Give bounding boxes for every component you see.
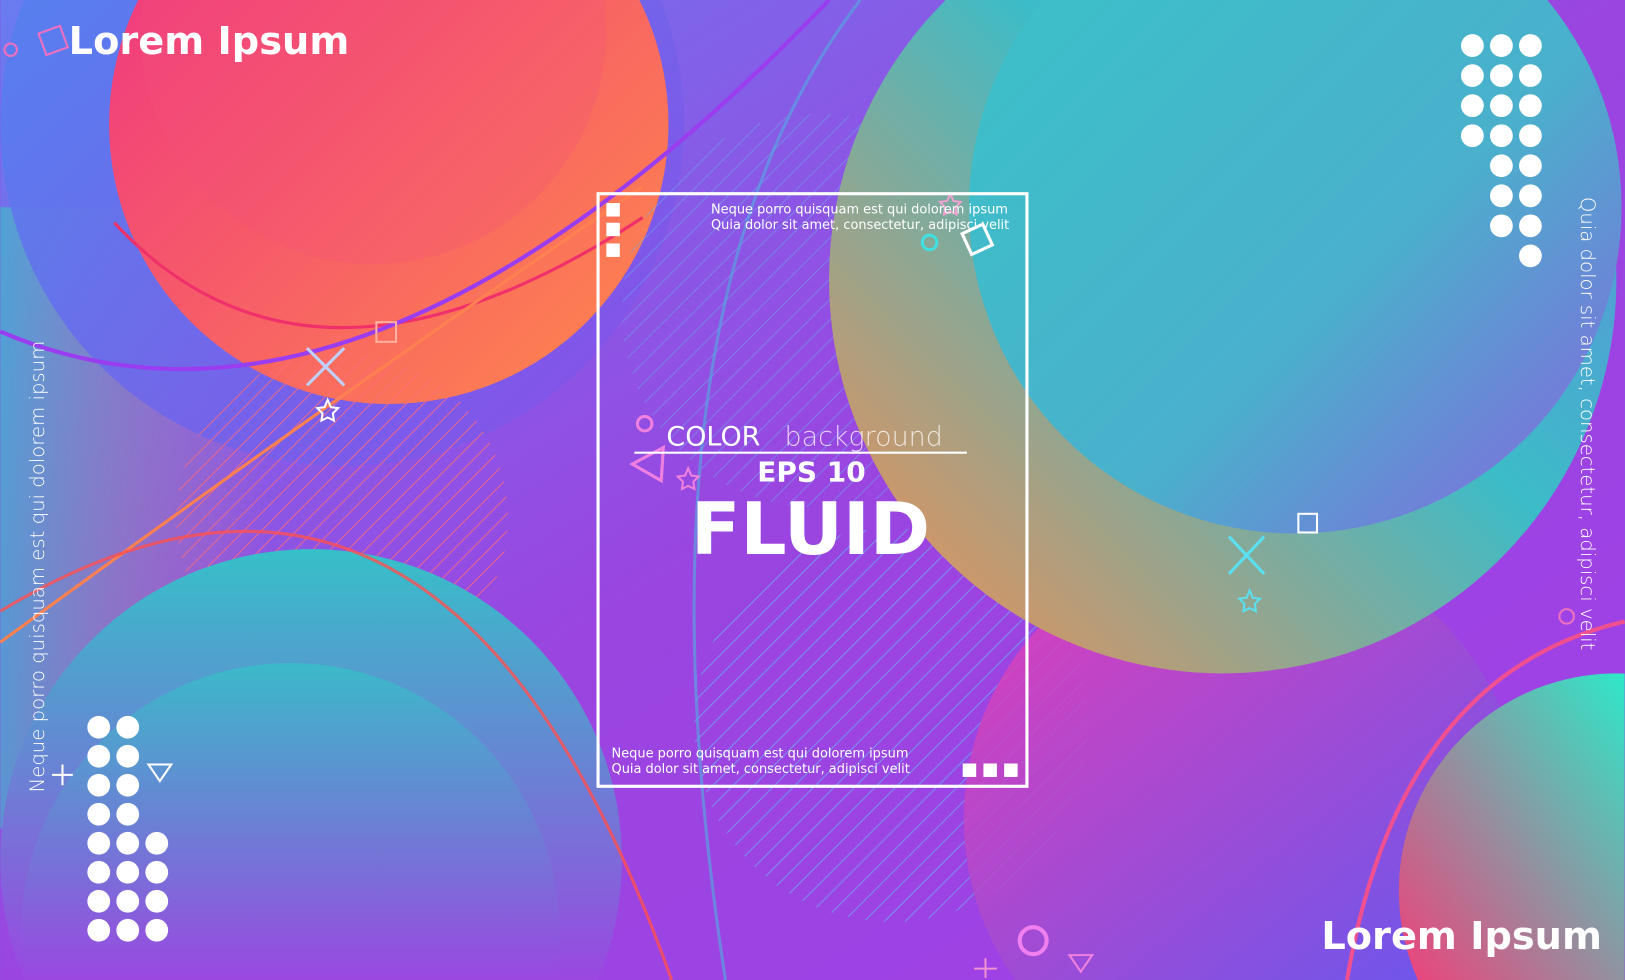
dot bbox=[87, 802, 111, 826]
dot bbox=[87, 860, 111, 884]
dot bbox=[1490, 154, 1513, 178]
dot bbox=[1519, 244, 1542, 268]
background-word: background bbox=[785, 421, 943, 452]
title-top-left: Lorem Ipsum bbox=[69, 19, 350, 64]
poster-artwork: Neque porro quisquam est qui dolorem ips… bbox=[0, 0, 1625, 980]
color-word: COLOR bbox=[666, 421, 760, 452]
dot bbox=[1519, 124, 1542, 148]
side-text-left: Neque porro quisquam est qui dolorem ips… bbox=[26, 341, 49, 793]
dot bbox=[145, 889, 169, 913]
dot bbox=[145, 860, 169, 884]
dot bbox=[1490, 94, 1513, 118]
side-text-right: Quia dolor sit amet, consectetur, adipis… bbox=[1576, 197, 1599, 651]
dot bbox=[1519, 214, 1542, 238]
dot bbox=[87, 773, 111, 797]
dot bbox=[116, 744, 140, 768]
poster: Neque porro quisquam est qui dolorem ips… bbox=[0, 0, 1625, 980]
dot bbox=[116, 918, 140, 942]
dot bbox=[1460, 124, 1484, 148]
dot bbox=[1519, 184, 1542, 208]
headline: FLUID bbox=[691, 488, 930, 572]
dot bbox=[1490, 124, 1513, 148]
dot bbox=[1490, 34, 1513, 57]
dot bbox=[1490, 184, 1513, 208]
dot bbox=[116, 715, 140, 739]
dot bbox=[1490, 214, 1513, 238]
frame-top-line-1: Neque porro quisquam est qui dolorem ips… bbox=[711, 202, 1008, 217]
title-bottom-right: Lorem Ipsum bbox=[1321, 914, 1602, 959]
dot bbox=[1460, 34, 1484, 57]
dot bbox=[87, 715, 111, 739]
dot bbox=[116, 831, 140, 855]
dot bbox=[1519, 154, 1542, 178]
dot bbox=[116, 889, 140, 913]
dot bbox=[1490, 64, 1513, 88]
dot bbox=[87, 831, 111, 855]
dot bbox=[87, 918, 111, 942]
frame-bottom-line-1: Neque porro quisquam est qui dolorem ips… bbox=[612, 746, 909, 761]
dot bbox=[145, 918, 169, 942]
dot bbox=[116, 802, 140, 826]
dot bbox=[1519, 94, 1542, 118]
dot bbox=[1519, 64, 1542, 88]
dot bbox=[1460, 94, 1484, 118]
eps-label: EPS 10 bbox=[757, 456, 865, 489]
dot bbox=[116, 773, 140, 797]
dot bbox=[116, 860, 140, 884]
frame-bottom-line-2: Quia dolor sit amet, consectetur, adipis… bbox=[612, 762, 910, 777]
frame-top-line-2: Quia dolor sit amet, consectetur, adipis… bbox=[711, 218, 1009, 233]
dot bbox=[1460, 64, 1484, 88]
dot bbox=[87, 889, 111, 913]
dot bbox=[87, 744, 111, 768]
dot bbox=[1519, 34, 1542, 57]
dot bbox=[145, 831, 169, 855]
